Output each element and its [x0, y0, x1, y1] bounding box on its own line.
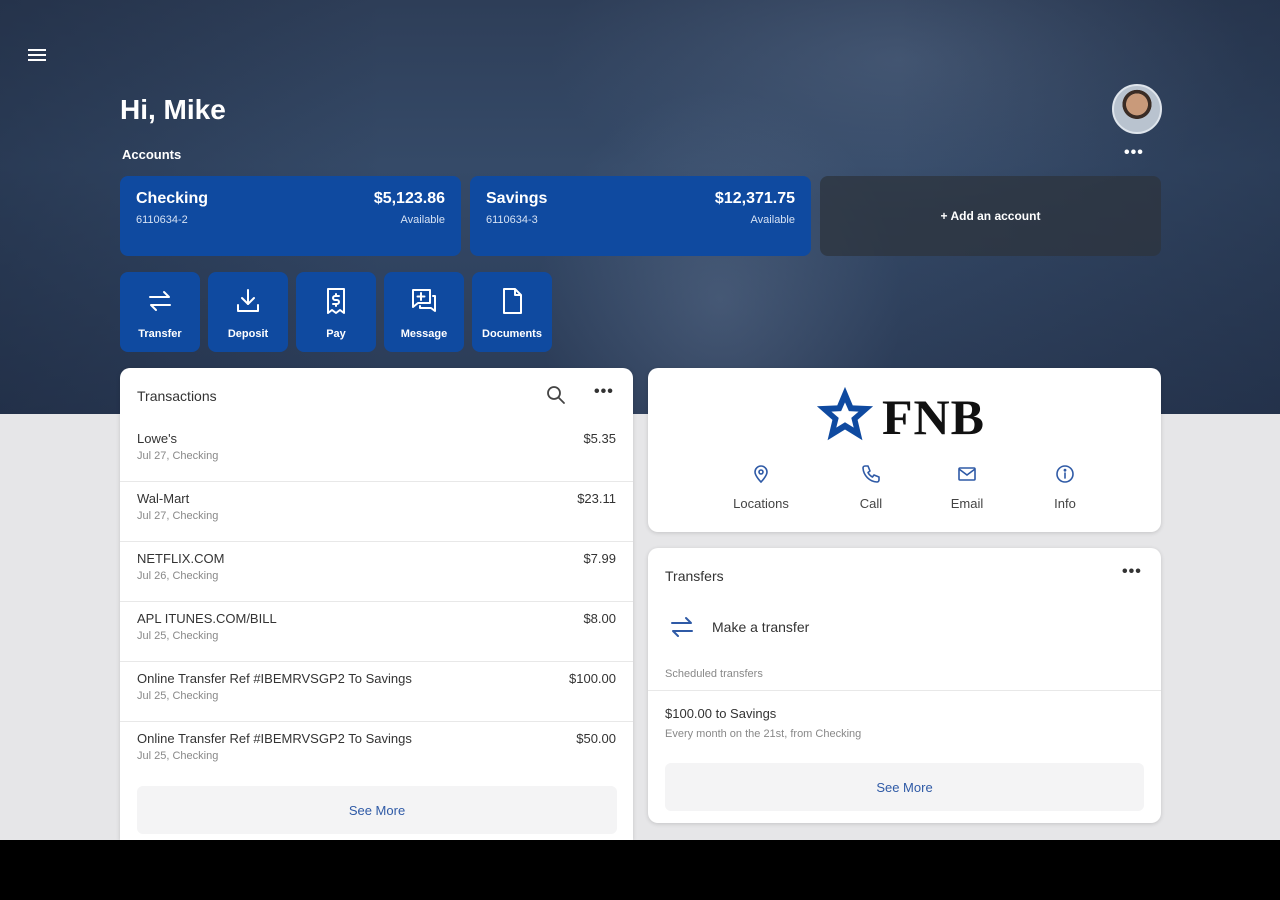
transaction-amount: $7.99 [583, 551, 616, 566]
transaction-row[interactable]: Online Transfer Ref #IBEMRVSGP2 To Savin… [120, 662, 633, 722]
add-account-button[interactable]: + Add an account [820, 176, 1161, 256]
star-logo-icon [816, 386, 874, 441]
transaction-detail: Jul 25, Checking [137, 630, 219, 642]
info-icon [1056, 465, 1074, 483]
transactions-title: Transactions [137, 388, 217, 404]
greeting: Hi, Mike [120, 94, 226, 125]
account-number: 6110634-3 [486, 214, 538, 226]
account-name: Savings [486, 190, 548, 207]
divider [648, 690, 1161, 691]
deposit-icon [237, 289, 259, 312]
transaction-merchant: Wal-Mart [137, 491, 190, 506]
transaction-detail: Jul 25, Checking [137, 690, 219, 702]
message-label: Message [400, 328, 448, 340]
fnb-logo-text: FNB [882, 389, 985, 445]
info-button[interactable]: Info [1020, 464, 1110, 511]
call-button[interactable]: Call [826, 464, 916, 511]
accounts-label: Accounts [122, 147, 182, 162]
transaction-amount: $8.00 [583, 611, 616, 626]
documents-button[interactable]: Documents [472, 272, 552, 352]
email-button[interactable]: Email [922, 464, 1012, 511]
deposit-button[interactable]: Deposit [208, 272, 288, 352]
deposit-label: Deposit [227, 328, 269, 340]
transfer-label: Transfer [138, 328, 182, 340]
transactions-more-icon[interactable]: ••• [594, 383, 614, 401]
transfers-title: Transfers [665, 568, 724, 584]
pay-label: Pay [326, 328, 346, 340]
transaction-amount: $50.00 [576, 731, 616, 746]
locations-label: Locations [733, 496, 789, 511]
account-name: Checking [136, 190, 209, 207]
account-balance: $12,371.75 [714, 190, 795, 207]
locations-button[interactable]: Locations [716, 464, 806, 511]
message-button[interactable]: Message [384, 272, 464, 352]
account-number: 6110634-2 [136, 214, 188, 226]
transactions-card: Transactions ••• Lowe's Jul 27, Checking… [120, 368, 633, 840]
transaction-detail: Jul 25, Checking [137, 750, 219, 762]
transaction-row[interactable]: Lowe's Jul 27, Checking $5.35 [120, 422, 633, 482]
account-status: Available [400, 214, 445, 226]
call-label: Call [859, 496, 883, 511]
scheduled-transfers-label: Scheduled transfers [665, 668, 763, 680]
email-icon [958, 467, 976, 481]
scheduled-transfer-title: $100.00 to Savings [665, 706, 777, 721]
scheduled-transfer-item[interactable]: $100.00 to Savings Every month on the 21… [665, 706, 1145, 746]
transfer-icon [671, 617, 693, 637]
transfer-icon [149, 291, 171, 311]
transaction-amount: $5.35 [583, 431, 616, 446]
transaction-amount: $100.00 [569, 671, 616, 686]
email-label: Email [950, 496, 984, 511]
accounts-more-icon[interactable]: ••• [1124, 144, 1144, 162]
transfers-more-icon[interactable]: ••• [1122, 563, 1142, 581]
transaction-merchant: Online Transfer Ref #IBEMRVSGP2 To Savin… [137, 731, 412, 746]
pay-icon [327, 288, 345, 314]
transaction-merchant: Lowe's [137, 431, 178, 446]
transfers-card: Transfers ••• Make a transfer Scheduled … [648, 548, 1161, 823]
fnb-logo: FNB [814, 384, 998, 446]
transaction-detail: Jul 26, Checking [137, 570, 219, 582]
document-icon [503, 288, 522, 314]
transaction-detail: Jul 27, Checking [137, 450, 219, 462]
transaction-detail: Jul 27, Checking [137, 510, 219, 522]
transactions-see-more-button[interactable]: See More [137, 786, 617, 834]
make-transfer-button[interactable]: Make a transfer [665, 610, 1145, 644]
info-label: Info [1054, 496, 1076, 511]
account-balance: $5,123.86 [373, 190, 445, 207]
account-card-checking[interactable]: Checking 6110634-2 $5,123.86 Available [120, 176, 461, 256]
avatar[interactable] [1112, 84, 1162, 134]
transaction-merchant: NETFLIX.COM [137, 551, 225, 566]
transaction-row[interactable]: APL ITUNES.COM/BILL Jul 25, Checking $8.… [120, 602, 633, 662]
message-icon [412, 289, 436, 312]
system-navigation-bar [0, 840, 1280, 900]
transaction-row[interactable]: Wal-Mart Jul 27, Checking $23.11 [120, 482, 633, 542]
transaction-merchant: Online Transfer Ref #IBEMRVSGP2 To Savin… [137, 671, 412, 686]
transaction-row[interactable]: Online Transfer Ref #IBEMRVSGP2 To Savin… [120, 722, 633, 782]
bank-contact-card: FNB Locations Call Email Info [648, 368, 1161, 532]
transaction-amount: $23.11 [577, 491, 616, 506]
transfers-see-more-button[interactable]: See More [665, 763, 1144, 811]
transaction-merchant: APL ITUNES.COM/BILL [137, 611, 277, 626]
documents-label: Documents [482, 328, 542, 340]
account-status: Available [750, 214, 795, 226]
hamburger-menu-icon[interactable] [26, 46, 48, 68]
account-card-savings[interactable]: Savings 6110634-3 $12,371.75 Available [470, 176, 811, 256]
pay-button[interactable]: Pay [296, 272, 376, 352]
scheduled-transfer-detail: Every month on the 21st, from Checking [665, 728, 862, 740]
transfer-button[interactable]: Transfer [120, 272, 200, 352]
transaction-row[interactable]: NETFLIX.COM Jul 26, Checking $7.99 [120, 542, 633, 602]
search-icon[interactable] [546, 385, 566, 405]
location-pin-icon [754, 465, 768, 484]
phone-icon [862, 465, 880, 483]
make-transfer-label: Make a transfer [712, 619, 810, 635]
